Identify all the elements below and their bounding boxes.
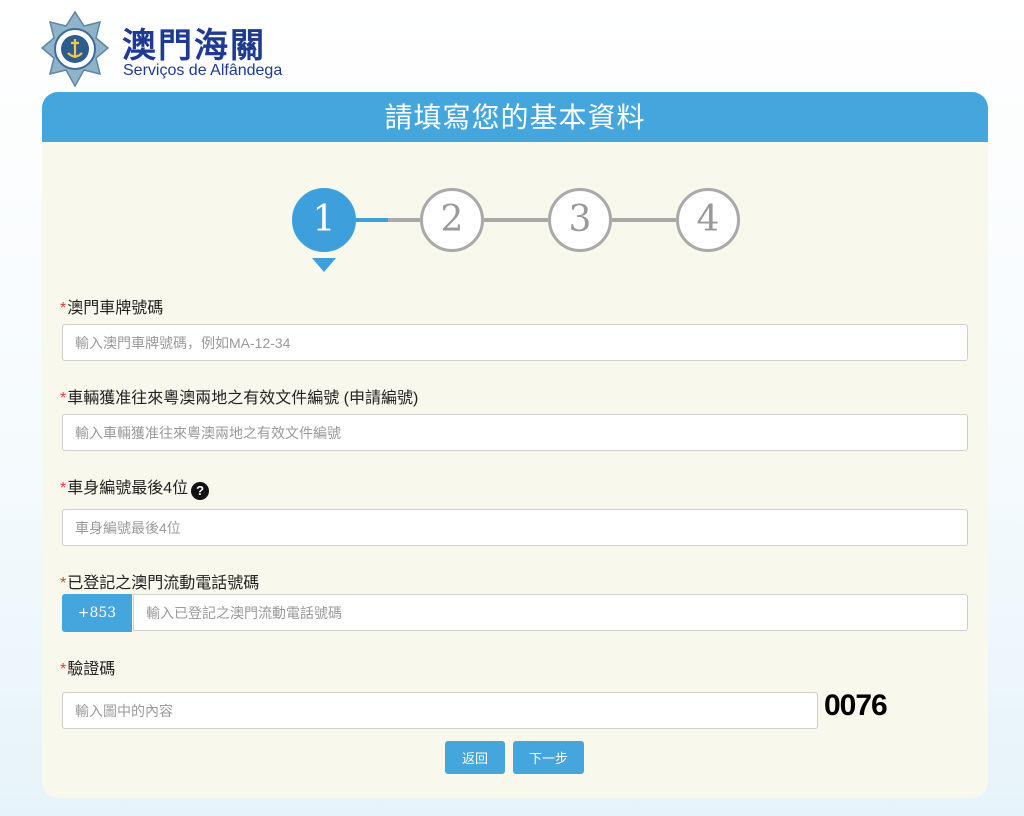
plate-number-input[interactable] [62, 324, 968, 361]
step-connector [484, 218, 548, 222]
phone-label: *已登記之澳門流動電話號碼 [60, 569, 259, 593]
current-step-pointer [312, 258, 336, 272]
plate-label: *澳門車牌號碼 [60, 294, 163, 318]
permit-number-input[interactable] [62, 414, 968, 451]
vin-last4-input[interactable] [62, 509, 968, 546]
captcha-label: *驗證碼 [60, 655, 115, 679]
required-mark: * [60, 480, 67, 497]
form-panel: 請填寫您的基本資料 1 2 3 4 *澳門車牌號碼 *車輛獲准往來粵澳兩地之有效… [42, 92, 988, 798]
step-connector [356, 218, 388, 222]
permit-label-text: 車輛獲准往來粵澳兩地之有效文件編號 (申請編號) [67, 390, 419, 407]
step-4: 4 [676, 188, 740, 252]
phone-label-text: 已登記之澳門流動電話號碼 [67, 575, 260, 592]
customs-logo [40, 10, 110, 88]
page-title: 請填寫您的基本資料 [42, 92, 988, 142]
step-1: 1 [292, 188, 356, 252]
vin-label: *車身編號最後4位? [60, 474, 210, 500]
required-mark: * [60, 575, 67, 592]
captcha-image[interactable]: 0076 [824, 689, 888, 723]
captcha-label-text: 驗證碼 [67, 661, 116, 678]
site-header: 澳門海關 Serviços de Alfândega [40, 10, 440, 90]
phone-number-input[interactable] [133, 594, 968, 631]
brand-name-chinese: 澳門海關 [122, 26, 266, 66]
phone-prefix: +853 [62, 594, 132, 632]
step-connector [388, 218, 420, 222]
vin-label-text: 車身編號最後4位 [67, 480, 189, 497]
plate-label-text: 澳門車牌號碼 [67, 300, 164, 317]
permit-label: *車輛獲准往來粵澳兩地之有效文件編號 (申請編號) [60, 384, 418, 408]
required-mark: * [60, 661, 67, 678]
required-mark: * [60, 390, 67, 407]
back-button[interactable]: 返回 [445, 741, 505, 774]
help-icon[interactable]: ? [191, 482, 210, 500]
required-mark: * [60, 300, 67, 317]
captcha-input[interactable] [62, 692, 818, 729]
brand-name-portuguese: Serviços de Alfândega [123, 62, 283, 79]
next-step-button[interactable]: 下一步 [513, 741, 584, 774]
step-2: 2 [420, 188, 484, 252]
step-indicator: 1 2 3 4 [292, 188, 742, 278]
step-3: 3 [548, 188, 612, 252]
step-connector [612, 218, 676, 222]
